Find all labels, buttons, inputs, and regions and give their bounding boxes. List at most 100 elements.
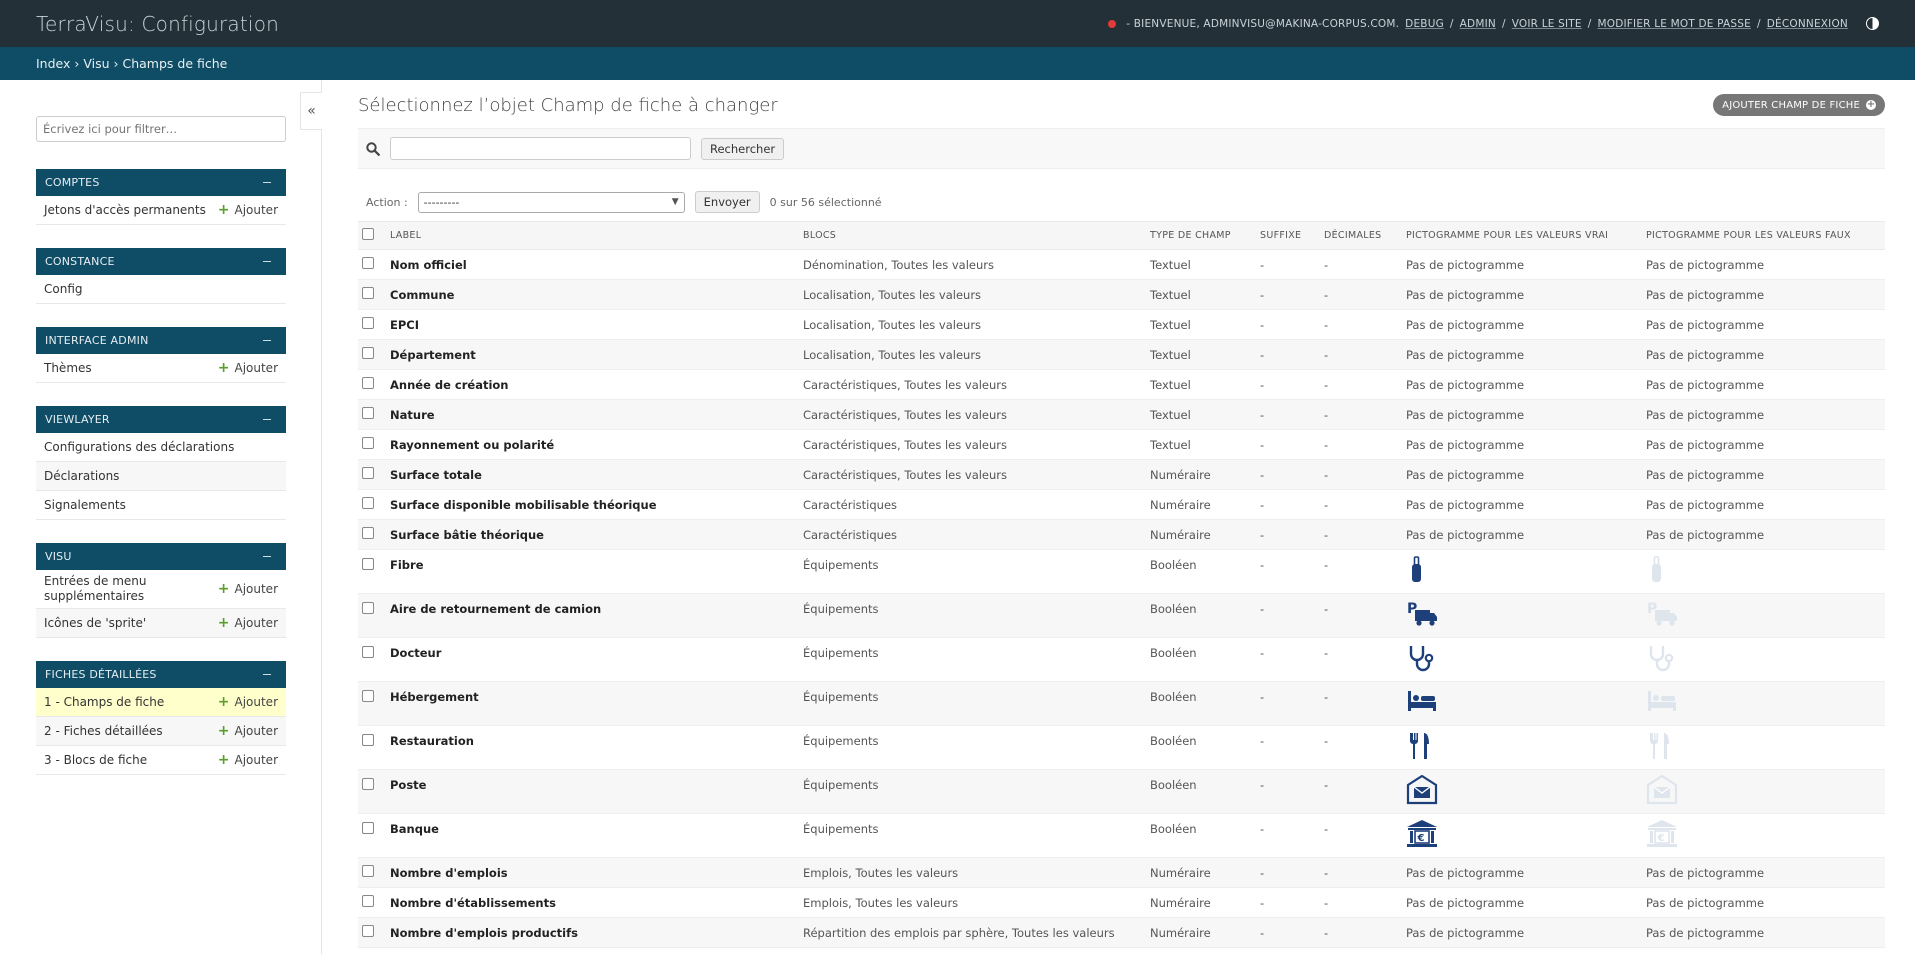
breadcrumb-text[interactable]: Index › Visu › Champs de fiche (36, 56, 227, 71)
table-row[interactable]: Poste Équipements Booléen - - (358, 769, 1885, 814)
row-checkbox[interactable] (362, 558, 374, 570)
sidebar-add-link[interactable]: + Ajouter (218, 360, 278, 376)
row-checkbox[interactable] (362, 317, 374, 329)
row-checkbox[interactable] (362, 407, 374, 419)
table-row[interactable]: Nature Caractéristiques, Toutes les valeu… (358, 399, 1885, 430)
app-caption[interactable]: VIEWLAYER (36, 406, 286, 433)
sidebar-item[interactable]: 1 - Champs de fiche + Ajouter (36, 688, 286, 717)
app-caption[interactable]: INTERFACE ADMIN (36, 327, 286, 354)
cell-label[interactable]: Surface totale (386, 459, 799, 490)
cell-label[interactable]: Surface bâtie théorique (386, 519, 799, 550)
column-header-type[interactable]: TYPE DE CHAMP (1146, 221, 1256, 250)
row-checkbox[interactable] (362, 646, 374, 658)
app-caption[interactable]: VISU (36, 543, 286, 570)
sidebar-item[interactable]: 2 - Fiches détaillées + Ajouter (36, 717, 286, 746)
row-checkbox[interactable] (362, 895, 374, 907)
cell-label[interactable]: EPCI (386, 309, 799, 340)
row-checkbox[interactable] (362, 347, 374, 359)
table-row[interactable]: Aire de retournement de camion Équipement… (358, 593, 1885, 638)
row-checkbox[interactable] (362, 690, 374, 702)
cell-label[interactable]: Poste (386, 769, 799, 814)
collapse-icon[interactable] (263, 340, 271, 341)
select-all-checkbox[interactable] (362, 228, 374, 240)
collapse-sidebar-button[interactable]: « (300, 92, 322, 130)
table-row[interactable]: EPCI Localisation, Toutes les valeurs Text… (358, 309, 1885, 340)
cell-label[interactable]: Banque (386, 813, 799, 858)
collapse-icon[interactable] (263, 556, 271, 557)
sidebar-add-link[interactable]: + Ajouter (218, 752, 278, 768)
sidebar-item[interactable]: Signalements (36, 491, 286, 520)
debug-link[interactable]: DEBUG (1405, 18, 1444, 30)
sidebar-item[interactable]: Config (36, 275, 286, 304)
table-row[interactable]: Restauration Équipements Booléen - - (358, 725, 1885, 770)
sidebar-item-label[interactable]: 3 - Blocs de fiche (44, 753, 147, 768)
sidebar-add-link[interactable]: + Ajouter (218, 581, 278, 597)
cell-label[interactable]: Docteur (386, 637, 799, 682)
cell-label[interactable]: Nombre d'emplois (386, 857, 799, 888)
sidebar-add-link[interactable]: + Ajouter (218, 694, 278, 710)
table-row[interactable]: Nom officiel Dénomination, Toutes les val… (358, 249, 1885, 280)
row-checkbox[interactable] (362, 497, 374, 509)
sidebar-add-link[interactable]: + Ajouter (218, 723, 278, 739)
cell-label[interactable]: Année de création (386, 369, 799, 400)
row-checkbox[interactable] (362, 734, 374, 746)
cell-label[interactable]: Fibre (386, 549, 799, 594)
cell-label[interactable]: Commune (386, 279, 799, 310)
sidebar-item-label[interactable]: Déclarations (44, 469, 119, 484)
table-row[interactable]: Nombre d'emplois productifs Répartition d… (358, 917, 1885, 948)
table-row[interactable]: Nombre d'établissements Emplois, Toutes l… (358, 887, 1885, 918)
table-row[interactable]: Surface bâtie théorique Caractéristiques N… (358, 519, 1885, 550)
sidebar-item[interactable]: Entrées de menu supplémentaires + Ajouter (36, 570, 286, 609)
row-checkbox[interactable] (362, 287, 374, 299)
add-field-button[interactable]: AJOUTER CHAMP DE FICHE + (1713, 94, 1885, 116)
row-checkbox[interactable] (362, 865, 374, 877)
sidebar-item[interactable]: 3 - Blocs de fiche + Ajouter (36, 746, 286, 775)
row-checkbox[interactable] (362, 925, 374, 937)
table-row[interactable]: Département Localisation, Toutes les vale… (358, 339, 1885, 370)
collapse-icon[interactable] (263, 674, 271, 675)
table-row[interactable]: Fibre Équipements Booléen - - (358, 549, 1885, 594)
app-caption[interactable]: CONSTANCE (36, 248, 286, 275)
sidebar-item-label[interactable]: 1 - Champs de fiche (44, 695, 164, 710)
sidebar-item-label[interactable]: Signalements (44, 498, 126, 513)
row-checkbox[interactable] (362, 437, 374, 449)
cell-label[interactable]: Hébergement (386, 681, 799, 726)
sidebar-item-label[interactable]: Jetons d'accès permanents (44, 203, 206, 218)
sidebar-item-label[interactable]: Thèmes (44, 361, 92, 376)
sidebar-item[interactable]: Déclarations (36, 462, 286, 491)
cell-label[interactable]: Rayonnement ou polarité (386, 429, 799, 460)
cell-label[interactable]: Nom officiel (386, 249, 799, 280)
action-select[interactable]: --------- ▼ (417, 191, 685, 213)
table-row[interactable]: Docteur Équipements Booléen - - (358, 637, 1885, 682)
app-caption[interactable]: COMPTES (36, 169, 286, 196)
sidebar-item[interactable]: Thèmes + Ajouter (36, 354, 286, 383)
admin-link[interactable]: ADMIN (1460, 18, 1496, 30)
table-row[interactable]: Commune Localisation, Toutes les valeurs T… (358, 279, 1885, 310)
cell-label[interactable]: Aire de retournement de camion (386, 593, 799, 638)
table-row[interactable]: Rayonnement ou polarité Caractéristiques,… (358, 429, 1885, 460)
search-input[interactable] (390, 137, 691, 160)
column-header-label[interactable]: LABEL (386, 221, 799, 250)
sidebar-item-label[interactable]: Configurations des déclarations (44, 440, 234, 455)
table-row[interactable]: Année de création Caractéristiques, Toute… (358, 369, 1885, 400)
sidebar-item[interactable]: Icônes de 'sprite' + Ajouter (36, 609, 286, 638)
table-row[interactable]: Banque Équipements Booléen - - € € (358, 813, 1885, 858)
sidebar-filter-input[interactable] (36, 116, 286, 142)
row-checkbox[interactable] (362, 778, 374, 790)
collapse-icon[interactable] (263, 182, 271, 183)
sidebar-item-label[interactable]: Entrées de menu supplémentaires (44, 574, 218, 604)
column-header-picto-true[interactable]: PICTOGRAMME POUR LES VALEURS VRAI (1402, 221, 1642, 250)
cell-label[interactable]: Département (386, 339, 799, 370)
sidebar-add-link[interactable]: + Ajouter (218, 202, 278, 218)
sidebar-item-label[interactable]: 2 - Fiches détaillées (44, 724, 163, 739)
cell-label[interactable]: Restauration (386, 725, 799, 770)
view-site-link[interactable]: VOIR LE SITE (1512, 18, 1582, 30)
column-header-decimals[interactable]: DÉCIMALES (1320, 221, 1402, 250)
theme-toggle-icon[interactable] (1866, 17, 1879, 30)
app-caption[interactable]: FICHES DÉTAILLÉES (36, 661, 286, 688)
sidebar-item-label[interactable]: Config (44, 282, 83, 297)
cell-label[interactable]: Nature (386, 399, 799, 430)
send-button[interactable]: Envoyer (694, 191, 760, 213)
collapse-icon[interactable] (263, 419, 271, 420)
search-button[interactable]: Rechercher (701, 137, 785, 160)
